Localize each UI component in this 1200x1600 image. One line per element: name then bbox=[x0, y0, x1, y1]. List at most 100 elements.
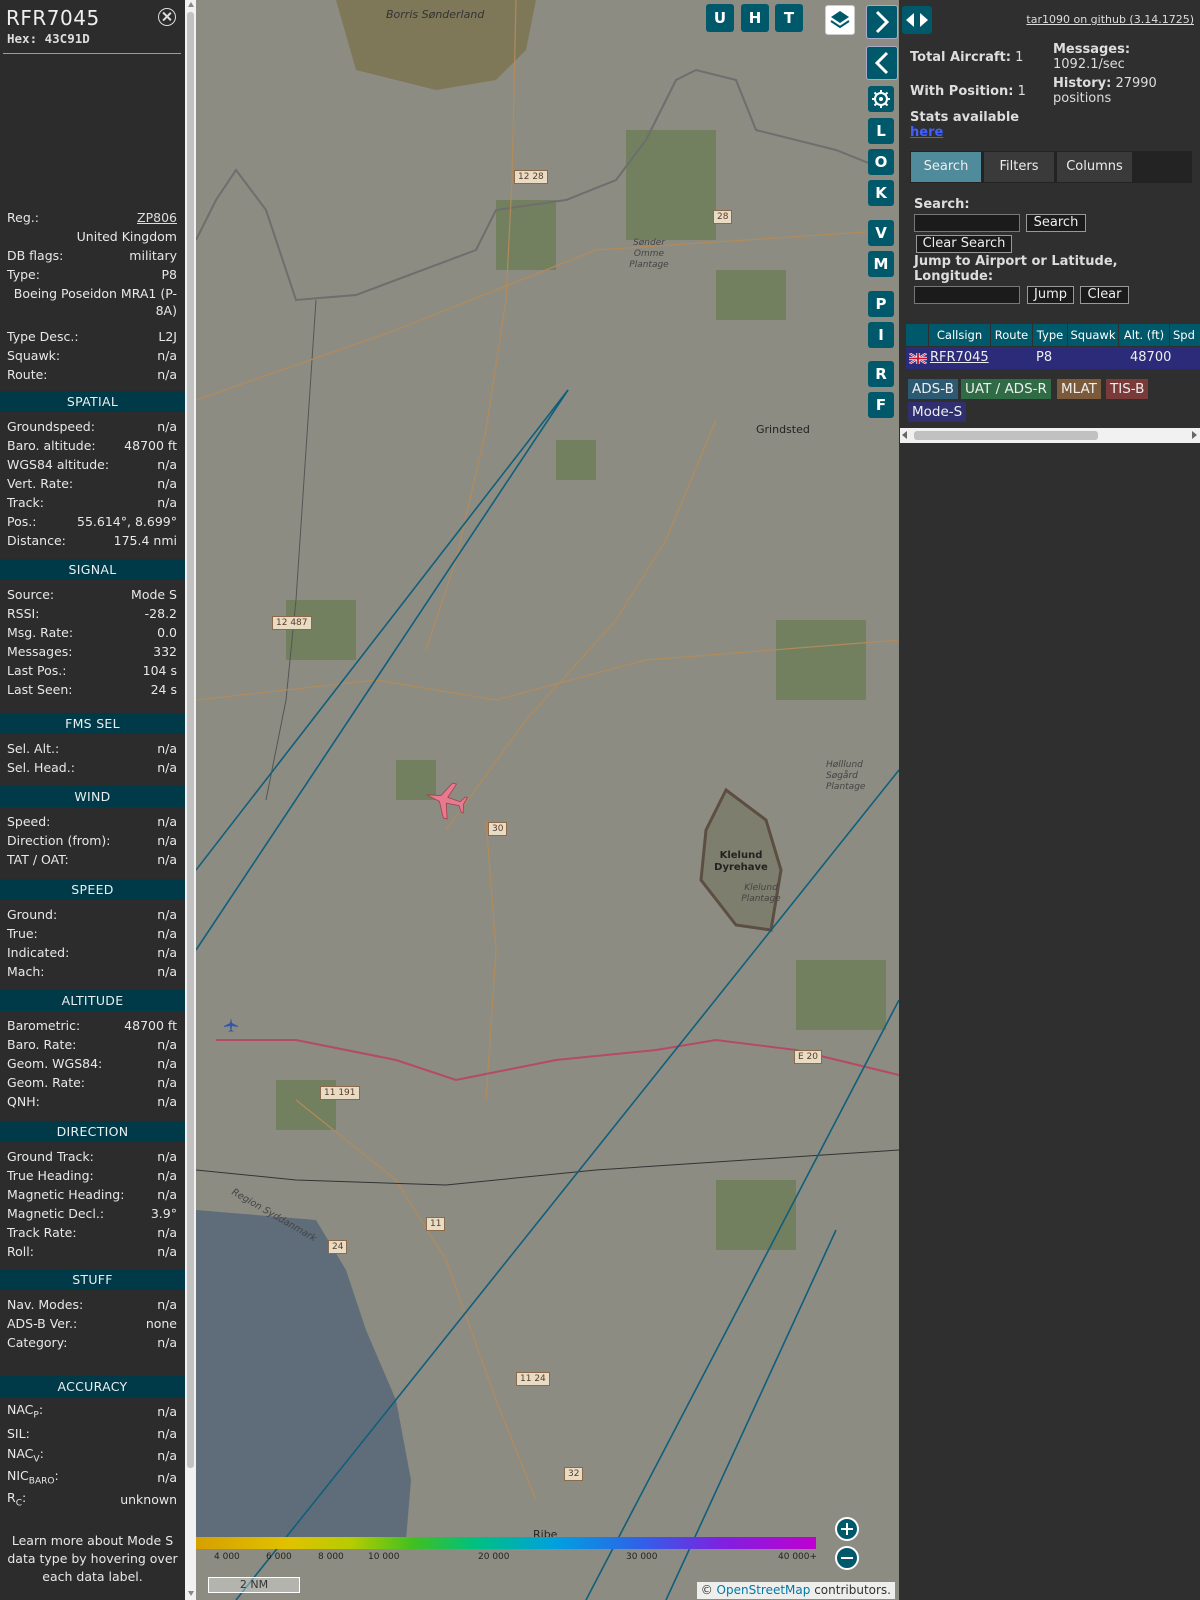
map-button-p[interactable]: P bbox=[868, 291, 894, 317]
map-button-m[interactable]: M bbox=[868, 251, 894, 277]
spatial-value: 48700 ft bbox=[124, 437, 177, 453]
road-shield: 11 191 bbox=[320, 1086, 360, 1100]
map-base bbox=[196, 0, 899, 1600]
stuff-label-text: Category: bbox=[7, 1334, 68, 1350]
road-shield: E 20 bbox=[794, 1050, 822, 1064]
accuracy-row: NACP: n/a bbox=[7, 1402, 177, 1421]
fms-row: Sel. Alt.: n/a bbox=[7, 739, 177, 757]
direction-label: Magnetic Decl.: bbox=[7, 1206, 104, 1221]
clear-search-button[interactable]: Clear Search bbox=[916, 235, 1012, 253]
spatial-label-text: Distance: bbox=[7, 532, 66, 548]
osm-link[interactable]: OpenStreetMap bbox=[717, 1583, 811, 1597]
map-button-l[interactable]: L bbox=[868, 118, 894, 144]
small-aircraft-icon[interactable] bbox=[224, 1018, 238, 1032]
table-horizontal-scrollbar[interactable] bbox=[900, 428, 1200, 443]
scroll-down-icon[interactable] bbox=[188, 1591, 194, 1596]
map-button-k[interactable]: K bbox=[868, 180, 894, 206]
type-value: P8 bbox=[161, 266, 178, 282]
collapse-right-button[interactable] bbox=[866, 5, 898, 39]
direction-row: Roll: n/a bbox=[7, 1242, 177, 1260]
stats-link[interactable]: here bbox=[910, 125, 943, 140]
type-row: Type: P8 bbox=[7, 265, 177, 283]
map-button-f[interactable]: F bbox=[868, 392, 894, 418]
road-shield: 24 bbox=[328, 1240, 348, 1254]
spatial-value: n/a bbox=[157, 456, 177, 472]
route-header[interactable]: Route bbox=[991, 324, 1032, 346]
stuff-row: ADS-B Ver.: none bbox=[7, 1314, 177, 1332]
scrollbar-thumb[interactable] bbox=[187, 12, 194, 1468]
scroll-up-icon[interactable] bbox=[188, 2, 194, 7]
scroll-right-icon[interactable] bbox=[1192, 431, 1197, 439]
jump-clear-button[interactable]: Clear bbox=[1080, 286, 1129, 304]
signal-value: Mode S bbox=[131, 586, 177, 602]
signal-label-text: Last Pos.: bbox=[7, 662, 67, 678]
direction-label-text: Ground Track: bbox=[7, 1148, 94, 1164]
spatial-label: Track: bbox=[7, 495, 44, 510]
map-button-v[interactable]: V bbox=[868, 220, 894, 246]
spatial-label: WGS84 altitude: bbox=[7, 457, 109, 472]
map-button-i[interactable]: I bbox=[868, 322, 894, 348]
search-input[interactable] bbox=[914, 214, 1020, 232]
accuracy-label: NACV: bbox=[7, 1445, 44, 1465]
map-button-h[interactable]: H bbox=[741, 4, 769, 32]
scroll-left-icon[interactable] bbox=[902, 431, 907, 439]
speed-value: n/a bbox=[157, 906, 177, 922]
sidebar-toggle-button[interactable] bbox=[902, 6, 932, 34]
spatial-label-text: WGS84 altitude: bbox=[7, 456, 110, 472]
squawk-header[interactable]: Squawk bbox=[1068, 324, 1118, 346]
horizontal-scroll-thumb[interactable] bbox=[914, 431, 1098, 440]
road-shield: 11 24 bbox=[516, 1372, 550, 1386]
zoom-in-button[interactable] bbox=[835, 1517, 859, 1541]
direction-label: Track Rate: bbox=[7, 1225, 77, 1240]
spatial-label: Groundspeed: bbox=[7, 419, 95, 434]
altitude-label-text: Baro. Rate: bbox=[7, 1036, 77, 1052]
aircraft-marker-icon[interactable] bbox=[424, 778, 468, 822]
close-icon[interactable] bbox=[158, 8, 176, 26]
tab-columns[interactable]: Columns bbox=[1057, 152, 1132, 182]
total-aircraft-value: 1 bbox=[1015, 50, 1024, 65]
type-label: Type: bbox=[7, 266, 40, 282]
map-button-t[interactable]: T bbox=[775, 4, 803, 32]
map-button-u[interactable]: U bbox=[706, 4, 734, 32]
type-header[interactable]: Type bbox=[1033, 324, 1067, 346]
spatial-label: Baro. altitude: bbox=[7, 438, 96, 453]
zoom-out-button[interactable] bbox=[835, 1546, 859, 1570]
layers-icon bbox=[830, 11, 850, 29]
accuracy-label: SIL: bbox=[7, 1426, 30, 1441]
signal-label: Msg. Rate: bbox=[7, 625, 73, 640]
speed-header[interactable]: Spd bbox=[1170, 324, 1200, 346]
altitude-label-text: Geom. Rate: bbox=[7, 1074, 86, 1090]
total-aircraft-label: Total Aircraft: bbox=[910, 50, 1011, 65]
stuff-label-text: ADS-B Ver.: bbox=[7, 1315, 78, 1331]
spatial-value: n/a bbox=[157, 418, 177, 434]
layers-button[interactable] bbox=[825, 5, 855, 35]
tab-filters[interactable]: Filters bbox=[984, 152, 1054, 182]
accuracy-value: n/a bbox=[157, 1403, 177, 1419]
tab-search[interactable]: Search bbox=[911, 152, 981, 182]
jump-button[interactable]: Jump bbox=[1027, 286, 1074, 304]
collapse-left-button[interactable] bbox=[866, 46, 898, 80]
signal-row: Last Pos.: 104 s bbox=[7, 661, 177, 679]
settings-button[interactable] bbox=[868, 86, 894, 112]
legend-label: 30 000 bbox=[626, 1552, 658, 1562]
search-button[interactable]: Search bbox=[1026, 214, 1086, 232]
registration-link[interactable]: ZP806 bbox=[137, 210, 177, 225]
map-button-o[interactable]: O bbox=[868, 149, 894, 175]
left-panel-scrollbar[interactable] bbox=[185, 0, 196, 1600]
reg-row: Reg.: ZP806 bbox=[7, 208, 177, 226]
spatial-label-text: Groundspeed: bbox=[7, 418, 95, 434]
callsign-header[interactable]: Callsign bbox=[929, 324, 990, 346]
github-link[interactable]: tar1090 on github (3.14.1725) bbox=[1026, 13, 1194, 26]
row-callsign[interactable]: RFR7045 bbox=[930, 347, 990, 369]
road-shield: 11 bbox=[426, 1217, 446, 1231]
direction-row: Track Rate: n/a bbox=[7, 1223, 177, 1241]
direction-label-text: Magnetic Heading: bbox=[7, 1186, 125, 1202]
signal-value: 0.0 bbox=[157, 624, 177, 640]
db-flags-row: DB flags: military bbox=[7, 246, 177, 264]
map-button-r[interactable]: R bbox=[868, 361, 894, 387]
map-view[interactable]: Borris Sønderland Sønder Omme Plantage G… bbox=[196, 0, 899, 1600]
altitude-header[interactable]: Alt. (ft) bbox=[1119, 324, 1169, 346]
jump-input[interactable] bbox=[914, 286, 1020, 304]
wind-value: n/a bbox=[157, 832, 177, 848]
spatial-label-text: Vert. Rate: bbox=[7, 475, 74, 491]
